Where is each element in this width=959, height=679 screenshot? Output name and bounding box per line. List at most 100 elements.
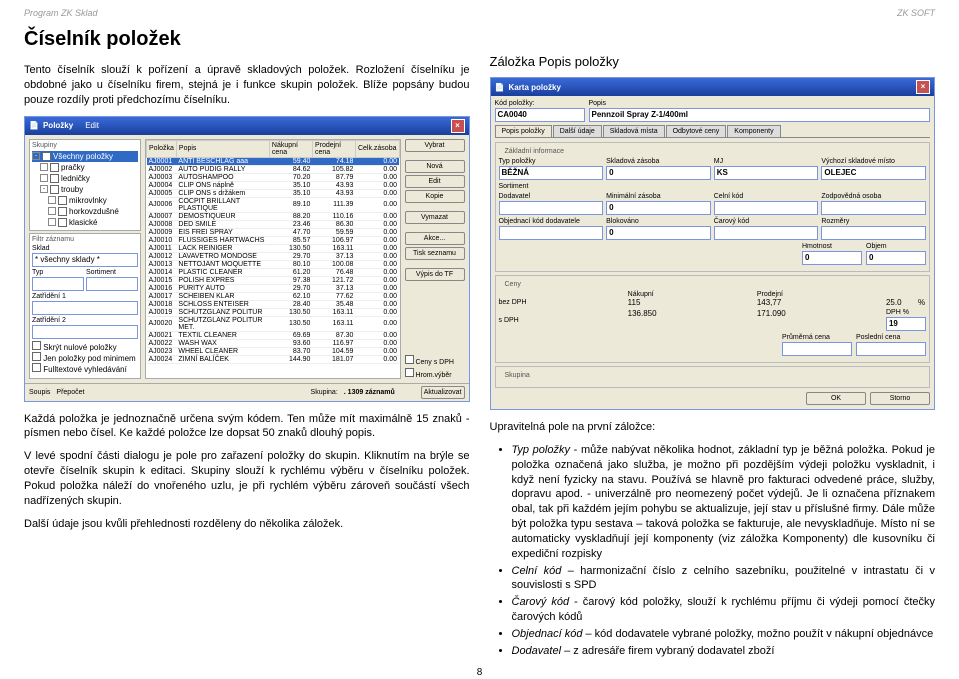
table-row[interactable]: AJ0012LAVAVETRO MONDOSE29.7037.130.00: [147, 252, 400, 260]
lbl-objkod: Objednací kód dodavatele: [499, 218, 604, 225]
col-header[interactable]: Položka: [147, 140, 177, 157]
table-row[interactable]: AJ0001ANTI BESCHLAG aaa59.4074.180.00: [147, 157, 400, 165]
para-intro: Tento číselník slouží k pořízení a úprav…: [24, 63, 470, 108]
window-icon: 📄: [495, 83, 505, 92]
table-row[interactable]: AJ0017SCHEIBEN KLAR62.1077.620.00: [147, 292, 400, 300]
table-row[interactable]: AJ0023WHEEL CLEANER83.70104.590.00: [147, 347, 400, 355]
sdph-nak[interactable]: 136.850: [628, 309, 754, 331]
action-button[interactable]: Vybrat: [405, 139, 465, 152]
col-header[interactable]: Celk.zásoba: [355, 140, 399, 157]
table-row[interactable]: AJ0011LACK REINIGER130.50163.110.00: [147, 244, 400, 252]
z1-select[interactable]: [32, 301, 138, 315]
bezdph-nak[interactable]: 115: [628, 298, 754, 307]
table-row[interactable]: AJ0014PLASTIC CLEANER61.2076.480.00: [147, 268, 400, 276]
table-row[interactable]: AJ0007DEMOSTIQUEUR88.20110.160.00: [147, 212, 400, 220]
tab[interactable]: Odbytové ceny: [666, 125, 727, 137]
blok-input[interactable]: 0: [606, 226, 711, 240]
dph-input[interactable]: 19: [886, 317, 926, 331]
hmotnost-input[interactable]: 0: [802, 251, 862, 265]
col-header[interactable]: Prodejní cena: [312, 140, 355, 157]
action-button[interactable]: Edit: [405, 175, 465, 188]
table-row[interactable]: AJ0002AUTO PUDIG RALLY84.62105.820.00: [147, 165, 400, 173]
table-row[interactable]: AJ0018SCHLOSS ENTEISER28.4035.480.00: [147, 300, 400, 308]
carovy-input[interactable]: [714, 226, 819, 240]
sort-select[interactable]: [86, 277, 138, 291]
table-row[interactable]: AJ0016PURITY AUTO29.7037.130.00: [147, 284, 400, 292]
z2-select[interactable]: [32, 325, 138, 339]
kod-input[interactable]: CA0040: [495, 108, 585, 122]
tree-item[interactable]: - Všechny položky: [32, 151, 138, 162]
tree-item[interactable]: mikrovlnky: [32, 195, 138, 206]
menu-edit[interactable]: Edit: [85, 121, 99, 130]
action-button[interactable]: Vymazat: [405, 211, 465, 224]
action-button[interactable]: Tisk seznamu: [405, 247, 465, 260]
tab[interactable]: Skladová místa: [603, 125, 665, 137]
chk-ceny-dph[interactable]: Ceny s DPH: [405, 355, 465, 366]
table-row[interactable]: AJ0005CLIP ONS s držákem35.1043.930.00: [147, 189, 400, 197]
typ-input[interactable]: BĚŽNÁ: [499, 166, 604, 180]
chk-hrom-vyber[interactable]: Hrom.výběr: [405, 368, 465, 379]
tree-item[interactable]: klasické: [32, 217, 138, 228]
table-row[interactable]: AJ0022WASH WAX93.60116.970.00: [147, 339, 400, 347]
table-row[interactable]: AJ0024ZIMNÍ BALÍČEK144.90181.070.00: [147, 355, 400, 363]
status-soupis[interactable]: Soupis: [29, 389, 50, 396]
page-number: 8: [24, 667, 935, 678]
dodavatel-input[interactable]: [499, 201, 604, 215]
popis-input[interactable]: Pennzoil Spray Z-1/400ml: [589, 108, 931, 122]
sklad-select[interactable]: * všechny sklady *: [32, 253, 138, 267]
items-table[interactable]: PoložkaPopisNákupní cenaProdejní cenaCel…: [146, 140, 400, 364]
tree-item[interactable]: horkovzdušné: [32, 206, 138, 217]
col-header[interactable]: Popis: [176, 140, 269, 157]
tab[interactable]: Další údaje: [553, 125, 602, 137]
close-icon[interactable]: ×: [916, 80, 930, 94]
list-item: Objednací kód – kód dodavatele vybrané p…: [512, 627, 936, 642]
lbl-z1: Zatřídění 1: [32, 293, 138, 300]
action-button[interactable]: Kopie: [405, 190, 465, 203]
aktualizovat-button[interactable]: Aktualizovat: [421, 386, 465, 399]
tree-item[interactable]: pračky: [32, 162, 138, 173]
chk-minimum[interactable]: [32, 352, 41, 361]
table-row[interactable]: AJ0009EIS FREI SPRAY47.7059.590.00: [147, 228, 400, 236]
sdph-pro[interactable]: 171.090: [757, 309, 883, 331]
table-row[interactable]: AJ0020SCHUTZGLANZ POLITUR MET.130.50163.…: [147, 316, 400, 331]
storno-button[interactable]: Storno: [870, 392, 930, 405]
zasoba-input[interactable]: 0: [606, 166, 711, 180]
typ-select[interactable]: [32, 277, 84, 291]
table-row[interactable]: AJ0019SCHUTZGLANZ POLITUR130.50163.110.0…: [147, 308, 400, 316]
mj-input[interactable]: KS: [714, 166, 819, 180]
action-button[interactable]: Akce...: [405, 232, 465, 245]
table-row[interactable]: AJ0006COCPIT BRILLANT PLASTIQUE89.10111.…: [147, 197, 400, 212]
vsm-input[interactable]: OLEJEC: [821, 166, 926, 180]
bezdph-pro[interactable]: 143,77: [757, 298, 883, 307]
table-row[interactable]: AJ0003AUTOSHAMPOO70.2087.790.00: [147, 173, 400, 181]
tab[interactable]: Popis položky: [495, 125, 552, 137]
close-icon[interactable]: ×: [451, 119, 465, 133]
zodp-input[interactable]: [821, 201, 926, 215]
prumerna-input[interactable]: [782, 342, 852, 356]
marze-input[interactable]: 25.0: [886, 298, 916, 307]
table-row[interactable]: AJ0013NETTOJANT MOQUETTE80.10100.080.00: [147, 260, 400, 268]
action-button[interactable]: Výpis do TF: [405, 268, 465, 281]
chk-nulove[interactable]: [32, 341, 41, 350]
rozmery-input[interactable]: [821, 226, 926, 240]
tree-item[interactable]: ledničky: [32, 173, 138, 184]
chk-fulltext[interactable]: [32, 363, 41, 372]
list-item: Čarový kód - čarový kód položky, slouží …: [512, 595, 936, 625]
posledni-input[interactable]: [856, 342, 926, 356]
action-button[interactable]: Nová: [405, 160, 465, 173]
min-input[interactable]: 0: [606, 201, 711, 215]
col-header[interactable]: Nákupní cena: [269, 140, 312, 157]
ok-button[interactable]: OK: [806, 392, 866, 405]
table-row[interactable]: AJ0015POLISH EXPRES97.38121.720.00: [147, 276, 400, 284]
status-prepocet[interactable]: Přepočet: [56, 389, 84, 396]
lbl-objem: Objem: [866, 243, 926, 250]
objkod-input[interactable]: [499, 226, 604, 240]
table-row[interactable]: AJ0010FLUSSIGES HARTWACHS85.57106.970.00: [147, 236, 400, 244]
objem-input[interactable]: 0: [866, 251, 926, 265]
tab[interactable]: Komponenty: [727, 125, 780, 137]
table-row[interactable]: AJ0008DED SMILE23.4686.300.00: [147, 220, 400, 228]
celni-input[interactable]: [714, 201, 819, 215]
table-row[interactable]: AJ0021TEXTIL CLEANER69.6987.300.00: [147, 331, 400, 339]
tree-item[interactable]: - trouby: [32, 184, 138, 195]
table-row[interactable]: AJ0004CLIP ONS náplně35.1043.930.00: [147, 181, 400, 189]
